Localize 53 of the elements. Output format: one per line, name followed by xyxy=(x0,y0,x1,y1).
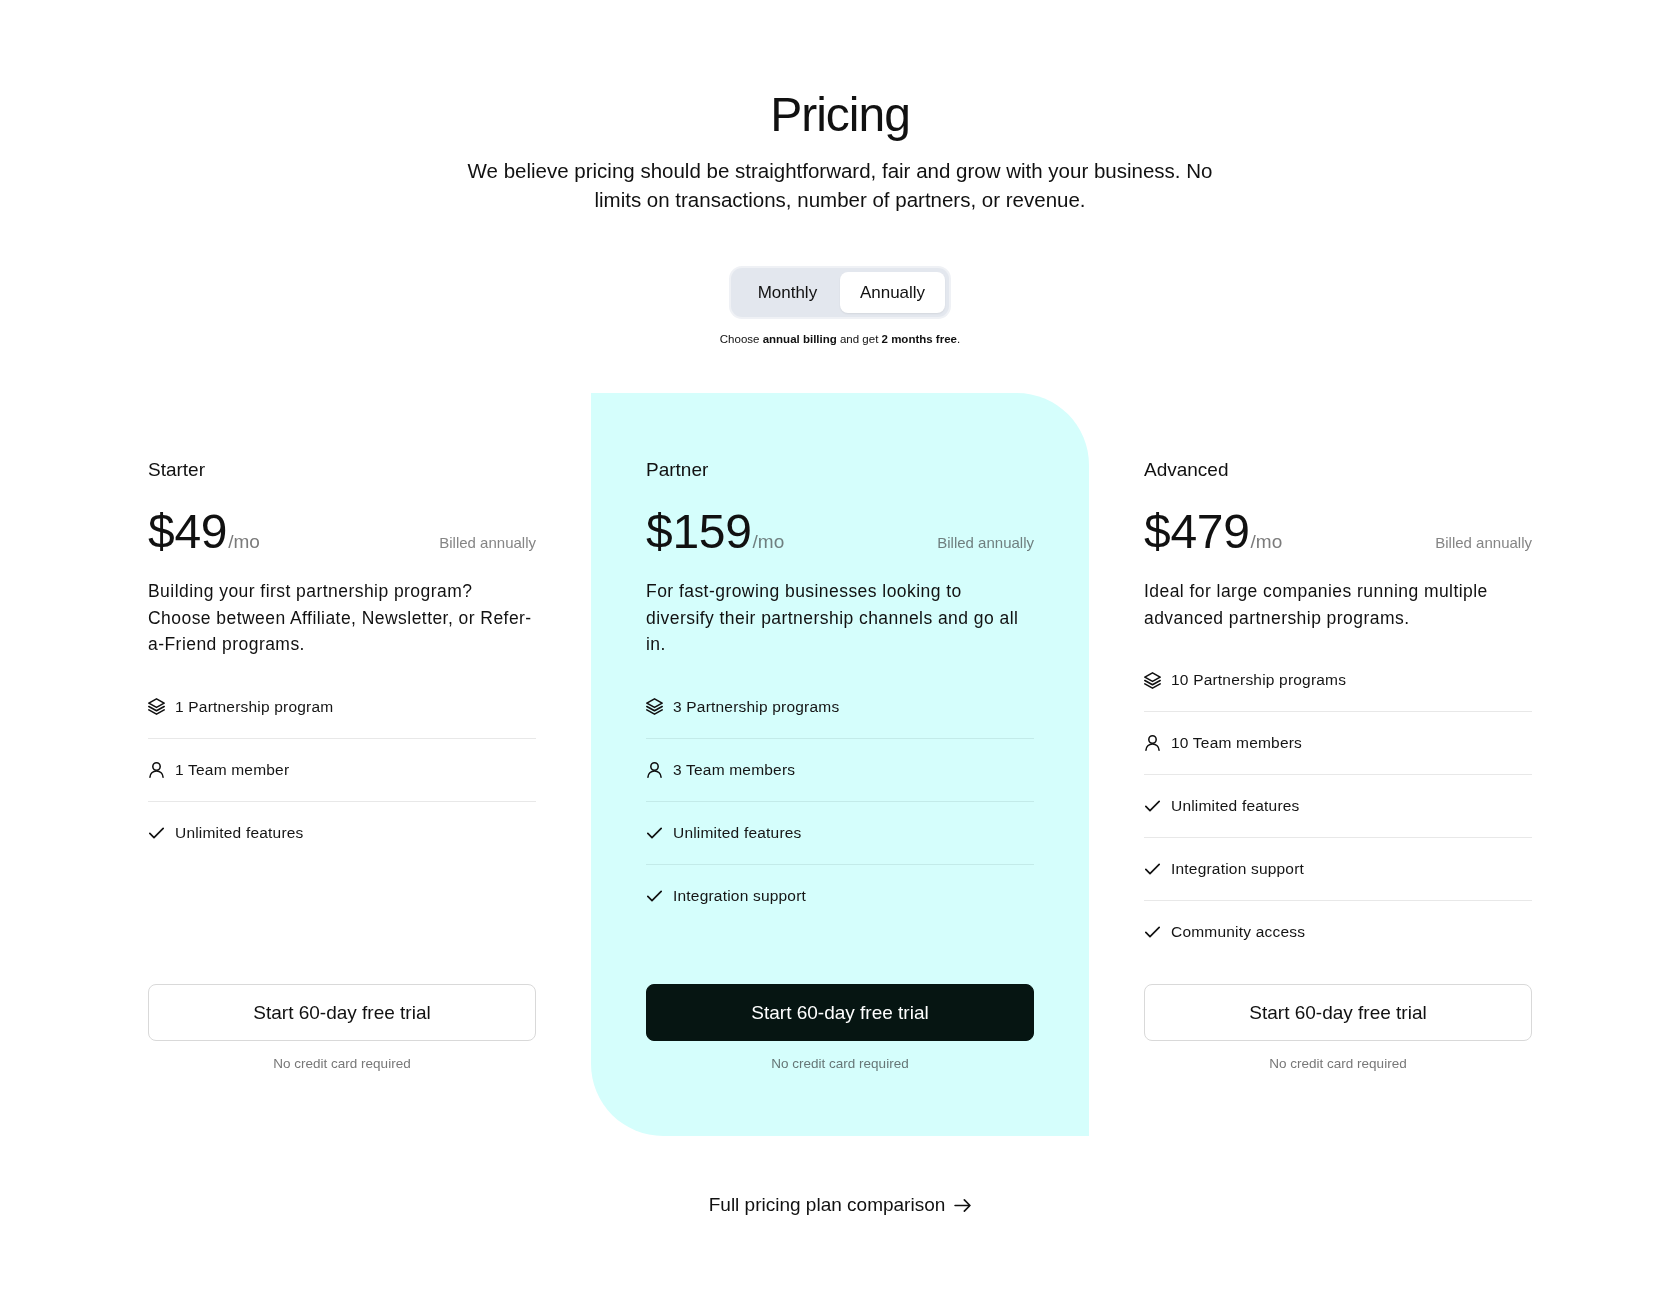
check-icon xyxy=(647,889,662,902)
intro-text: We believe pricing should be straightforward, fair and grow with your business. No limits on transactions, number of partners, or revenue. xyxy=(466,158,1214,213)
price-period: /mo xyxy=(1250,531,1283,553)
trial-note: No credit card required xyxy=(1268,1055,1408,1073)
billing-period-label: Billed annually xyxy=(937,534,1034,551)
feature-text: Unlimited features xyxy=(175,823,304,842)
check-icon xyxy=(1145,800,1160,812)
billing-note: Choose annual billing and get 2 months free. xyxy=(719,332,961,347)
check-icon xyxy=(149,826,164,839)
layers-icon xyxy=(148,698,165,715)
page-title: Pricing xyxy=(770,87,910,143)
feature-text: 3 Team members xyxy=(673,760,796,779)
arrow-right-icon xyxy=(954,1198,972,1212)
trial-note: No credit card required xyxy=(272,1055,412,1073)
price-period: /mo xyxy=(752,531,785,553)
plan-description: Building your first partnership program? Choose between Affiliate, Newsletter, or Refer-a-Friend programs. xyxy=(148,580,533,656)
feature-text: Unlimited features xyxy=(673,823,802,842)
feature-text: 1 Team member xyxy=(175,760,290,779)
check-icon xyxy=(1145,863,1160,875)
trial-button[interactable]: Start 60-day free trial xyxy=(148,984,536,1041)
trial-note: No credit card required xyxy=(770,1055,910,1073)
feature-text: 10 Partnership programs xyxy=(1171,671,1347,689)
plan-description: Ideal for large companies running multiple advanced partnership programs. xyxy=(1144,580,1489,630)
plan-name: Partner xyxy=(646,458,710,482)
billing-toggle[interactable]: Monthly Annually xyxy=(730,268,950,317)
plan-price: $479 xyxy=(1144,505,1250,559)
layers-icon xyxy=(646,698,663,715)
person-icon xyxy=(1145,735,1160,751)
plan-price: $49 xyxy=(148,505,228,559)
check-icon xyxy=(1145,926,1160,938)
feature-text: Community access xyxy=(1171,923,1306,941)
billing-option[interactable]: Annually xyxy=(839,272,946,313)
comparison-link[interactable]: Full pricing plan comparison xyxy=(708,1193,972,1217)
feature-text: Unlimited features xyxy=(1171,797,1300,815)
feature-text: Integration support xyxy=(1171,860,1305,878)
billing-period-label: Billed annually xyxy=(439,534,536,551)
feature-text: 3 Partnership programs xyxy=(673,697,840,716)
plan-name: Advanced xyxy=(1144,458,1230,482)
feature-text: 1 Partnership program xyxy=(175,697,334,716)
feature-text: Integration support xyxy=(673,886,807,905)
trial-button[interactable]: Start 60-day free trial xyxy=(1144,984,1532,1041)
layers-icon xyxy=(1144,671,1161,689)
price-period: /mo xyxy=(228,531,260,553)
feature-text: 10 Team members xyxy=(1171,734,1303,752)
person-icon xyxy=(149,761,164,778)
billing-option[interactable]: Monthly xyxy=(734,272,840,313)
plan-price: $159 xyxy=(646,505,752,559)
plan-description: For fast-growing businesses looking to diversify their partnership channels and go all in. xyxy=(646,580,1020,656)
check-icon xyxy=(647,826,662,839)
trial-button[interactable]: Start 60-day free trial xyxy=(646,984,1034,1041)
billing-period-label: Billed annually xyxy=(1435,534,1532,551)
person-icon xyxy=(647,761,662,778)
plan-name: Starter xyxy=(148,458,207,482)
